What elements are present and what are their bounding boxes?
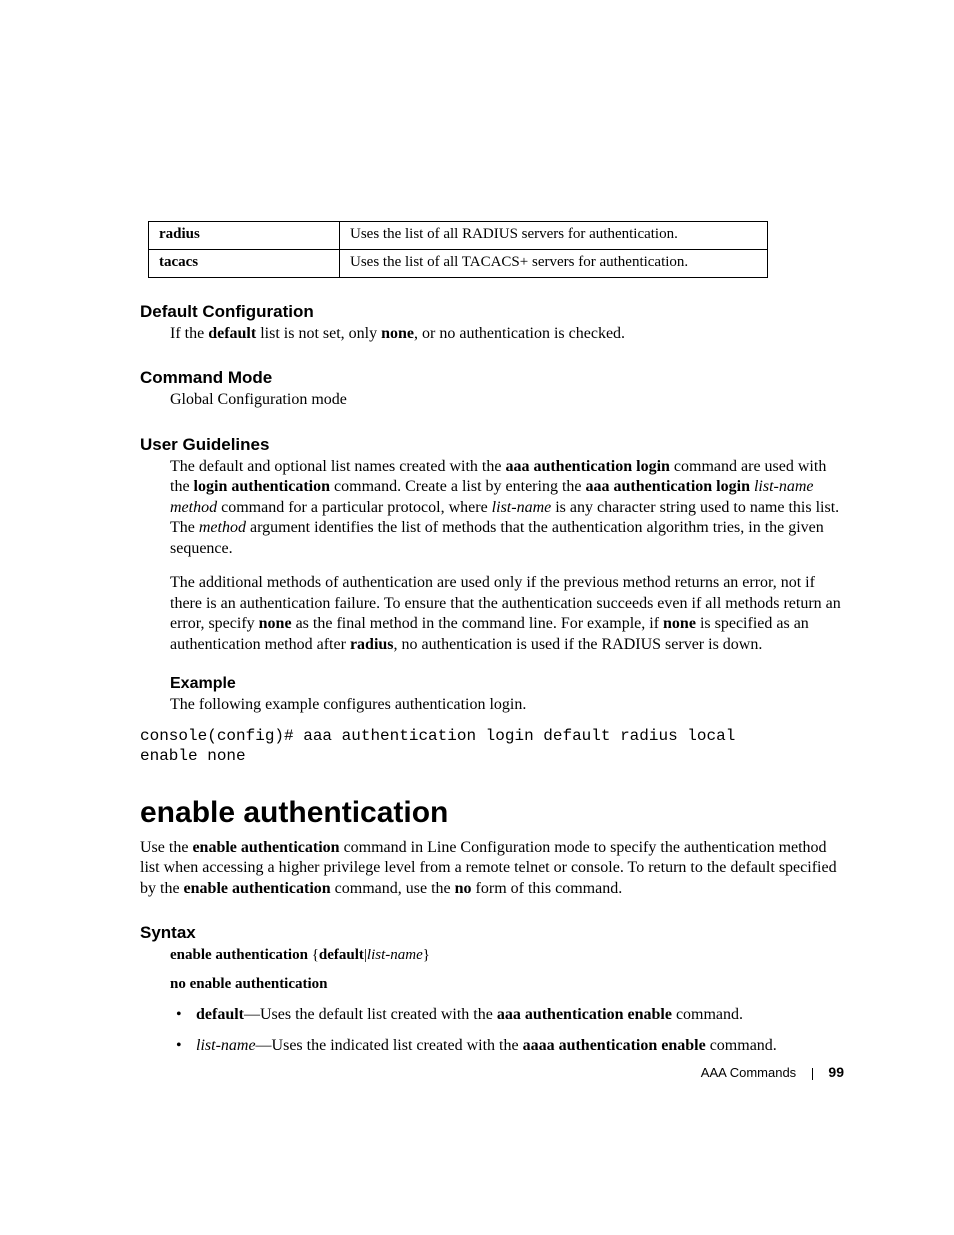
- heading-user-guidelines: User Guidelines: [140, 435, 844, 455]
- syntax-line-2: no enable authentication: [170, 976, 844, 993]
- enable-auth-text: Use the enable authentication command in…: [140, 838, 844, 899]
- command-mode-text: Global Configuration mode: [170, 390, 844, 410]
- syntax-bullet-default: default—Uses the default list created wi…: [170, 1005, 844, 1025]
- param-desc: Uses the list of all RADIUS servers for …: [340, 222, 768, 250]
- heading-enable-authentication: enable authentication: [140, 796, 844, 830]
- heading-default-configuration: Default Configuration: [140, 302, 844, 322]
- heading-command-mode: Command Mode: [140, 368, 844, 388]
- footer-separator: [812, 1068, 813, 1080]
- table-row: radius Uses the list of all RADIUS serve…: [149, 222, 768, 250]
- param-table: radius Uses the list of all RADIUS serve…: [148, 221, 768, 278]
- param-key: radius: [149, 222, 340, 250]
- param-desc: Uses the list of all TACACS+ servers for…: [340, 250, 768, 278]
- page: radius Uses the list of all RADIUS serve…: [0, 0, 954, 1235]
- syntax-bullet-listname: list-name—Uses the indicated list create…: [170, 1036, 844, 1056]
- table-row: tacacs Uses the list of all TACACS+ serv…: [149, 250, 768, 278]
- user-guidelines-p1: The default and optional list names crea…: [170, 457, 844, 559]
- example-code: console(config)# aaa authentication logi…: [140, 726, 844, 766]
- heading-example: Example: [170, 675, 844, 693]
- default-config-text: If the default list is not set, only non…: [170, 324, 844, 344]
- page-footer: AAA Commands 99: [701, 1064, 844, 1080]
- param-key: tacacs: [149, 250, 340, 278]
- syntax-line-1: enable authentication {default|list-name…: [170, 947, 844, 964]
- footer-section: AAA Commands: [701, 1065, 796, 1080]
- footer-page-number: 99: [828, 1064, 844, 1080]
- example-text: The following example configures authent…: [170, 695, 844, 715]
- user-guidelines-p2: The additional methods of authentication…: [170, 573, 844, 655]
- syntax-bullets: default—Uses the default list created wi…: [170, 1005, 844, 1056]
- heading-syntax: Syntax: [140, 923, 844, 943]
